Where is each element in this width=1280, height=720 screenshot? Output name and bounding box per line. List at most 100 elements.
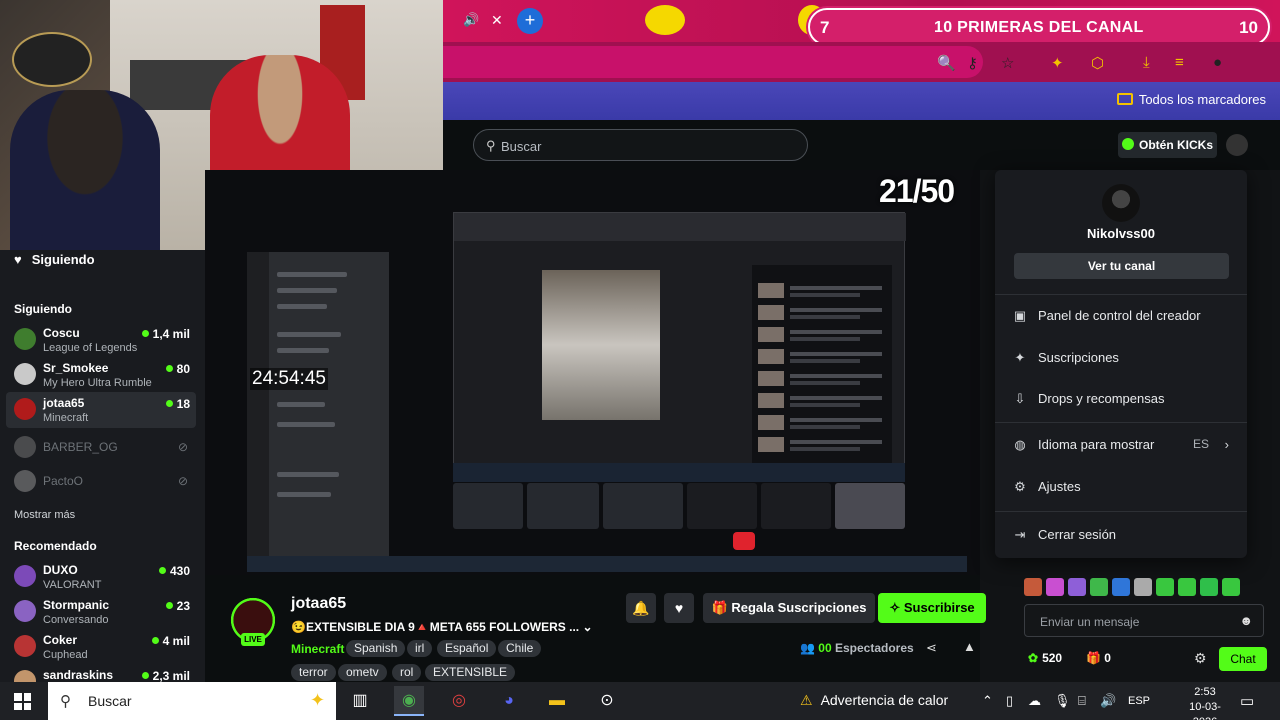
extension-puzzle-icon[interactable]: ⬡ bbox=[1091, 54, 1104, 72]
report-icon[interactable]: ▲ bbox=[963, 639, 976, 654]
menu-item-subscriptions[interactable]: ✦ Suscripciones bbox=[1013, 350, 1233, 374]
chevron-down-icon[interactable]: ⌄ bbox=[582, 620, 592, 634]
get-kicks-button[interactable]: Obtén KICKs bbox=[1118, 132, 1217, 158]
menu-item-settings[interactable]: ⚙ Ajustes bbox=[1013, 479, 1233, 503]
emote[interactable] bbox=[1156, 578, 1174, 596]
chrome-icon[interactable]: ◉ bbox=[394, 686, 424, 716]
participant-tile bbox=[761, 483, 831, 529]
menu-divider bbox=[995, 422, 1247, 423]
user-avatar-button[interactable] bbox=[1226, 134, 1248, 156]
tag[interactable]: irl bbox=[407, 640, 433, 657]
points-icon: ✿ bbox=[1028, 651, 1039, 665]
phone-icon[interactable]: ▯ bbox=[1006, 693, 1013, 709]
emote[interactable] bbox=[1178, 578, 1196, 596]
new-tab-button[interactable]: + bbox=[517, 8, 543, 34]
menu-item-drops[interactable]: ⇩ Drops y recompensas bbox=[1013, 391, 1233, 415]
emote[interactable] bbox=[1112, 578, 1130, 596]
password-key-icon[interactable]: ⚷ bbox=[967, 54, 978, 72]
heat-warning[interactable]: ⚠ Advertencia de calor bbox=[800, 692, 948, 709]
emote[interactable] bbox=[1090, 578, 1108, 596]
discord-channel-row bbox=[277, 422, 335, 427]
windows-start-icon[interactable] bbox=[14, 693, 31, 710]
sidebar-item-pactoo[interactable]: PactoO ⊘ bbox=[6, 464, 196, 500]
gear-icon: ⚙ bbox=[1014, 479, 1026, 494]
tag[interactable]: ometv bbox=[338, 664, 387, 681]
emote[interactable] bbox=[1200, 578, 1218, 596]
viewer-count: 2,3 mil bbox=[141, 669, 190, 682]
all-bookmarks-link[interactable]: Todos los marcadores bbox=[1116, 92, 1266, 107]
sidebar-item-stormpanic[interactable]: Stormpanic Conversando 23 bbox=[6, 594, 196, 630]
show-more-link[interactable]: Mostrar más bbox=[14, 509, 75, 521]
emoji-icon[interactable]: ☻ bbox=[1239, 613, 1253, 628]
clock-time: 2:53 bbox=[1194, 686, 1216, 698]
menu-item-logout[interactable]: ⇥ Cerrar sesión bbox=[1013, 527, 1233, 551]
channel-category: Minecraft bbox=[43, 412, 89, 424]
kick-search-input[interactable]: ⚲ Buscar bbox=[473, 129, 808, 161]
tag[interactable]: Chile bbox=[498, 640, 542, 657]
notifications-icon[interactable]: ▭ bbox=[1240, 692, 1254, 710]
discord-icon[interactable]: ◕ bbox=[494, 686, 524, 716]
gift-subscriptions-button[interactable]: 🎁 Regala Suscripciones bbox=[703, 593, 875, 623]
extension-icon[interactable]: ✦ bbox=[1051, 54, 1064, 72]
close-tab-icon[interactable]: ✕ bbox=[491, 12, 503, 29]
emote[interactable] bbox=[1134, 578, 1152, 596]
sidebar-item-sandraskins[interactable]: sandraskins 2,3 mil bbox=[6, 664, 196, 682]
taskbar-search-input[interactable]: ⚲ Buscar ✦ bbox=[48, 682, 336, 720]
chat-settings-icon[interactable]: ⚙ bbox=[1194, 650, 1207, 667]
microphone-icon[interactable]: 🎙 bbox=[1054, 693, 1071, 709]
subscribe-button[interactable]: ✧ Suscribirse bbox=[878, 593, 986, 623]
location-icon[interactable]: ⊙ bbox=[592, 686, 622, 716]
cloud-icon[interactable]: ☁ bbox=[1028, 693, 1041, 709]
chat-message-input[interactable]: Enviar un mensaje ☻ bbox=[1024, 604, 1264, 637]
chevron-up-icon[interactable]: ⌃ bbox=[982, 693, 993, 709]
emote[interactable] bbox=[1068, 578, 1086, 596]
notifications-bell-button[interactable]: 🔔 bbox=[626, 593, 656, 623]
zoom-icon[interactable]: 🔍 bbox=[937, 54, 956, 72]
profile-avatar-icon[interactable]: ● bbox=[1213, 54, 1222, 71]
tag[interactable]: Spanish bbox=[346, 640, 406, 657]
system-clock[interactable]: 2:53 10-03-2026 bbox=[1180, 685, 1230, 720]
channel-name[interactable]: jotaa65 bbox=[291, 595, 346, 613]
menu-lines-icon[interactable]: ≡ bbox=[1175, 54, 1184, 71]
download-icon[interactable]: ⤓ bbox=[1143, 54, 1150, 71]
menu-item-creator-dashboard[interactable]: ▣ Panel de control del creador bbox=[1013, 308, 1233, 332]
tag[interactable]: terror bbox=[291, 664, 336, 681]
participant-tile bbox=[453, 483, 523, 529]
emote[interactable] bbox=[1222, 578, 1240, 596]
obs-icon[interactable]: ◎ bbox=[444, 686, 474, 716]
promo-right-number: 10 bbox=[1239, 18, 1258, 37]
channel-points[interactable]: ✿ 520 bbox=[1028, 651, 1062, 665]
tag[interactable]: EXTENSIBLE bbox=[425, 664, 516, 681]
video-player[interactable]: 24:54:45 21/50 bbox=[205, 170, 980, 575]
bookmark-star-icon[interactable]: ☆ bbox=[1001, 54, 1014, 72]
chat-send-button[interactable]: Chat bbox=[1219, 647, 1267, 671]
sidebar-item-coscu[interactable]: Coscu League of Legends 1,4 mil bbox=[6, 322, 196, 358]
channel-category: Cuphead bbox=[43, 649, 88, 661]
task-view-icon[interactable]: ▥ bbox=[345, 686, 375, 716]
network-icon[interactable]: ⌸ bbox=[1078, 693, 1086, 709]
follow-heart-button[interactable]: ♥ bbox=[664, 593, 694, 623]
sidebar-item-jotaa65[interactable]: jotaa65 Minecraft 18 bbox=[6, 392, 196, 428]
emote[interactable] bbox=[1024, 578, 1042, 596]
sidebar-item-barber-og[interactable]: BARBER_OG ⊘ bbox=[6, 430, 196, 466]
gift-count[interactable]: 🎁 0 bbox=[1086, 651, 1111, 665]
avatar bbox=[14, 328, 36, 350]
volume-icon[interactable]: 🔊 bbox=[1100, 693, 1116, 709]
channel-name: Stormpanic bbox=[43, 598, 110, 612]
share-icon[interactable]: ⋖ bbox=[926, 640, 937, 656]
stream-category[interactable]: Minecraft bbox=[291, 642, 344, 656]
emote[interactable] bbox=[1046, 578, 1064, 596]
menu-item-language[interactable]: ◍ Idioma para mostrar ES › bbox=[1013, 437, 1233, 461]
speaker-icon[interactable]: 🔊 bbox=[463, 12, 479, 28]
sidebar-item-sr-smokee[interactable]: Sr_Smokee My Hero Ultra Rumble 80 bbox=[6, 357, 196, 393]
sidebar-item-duxo[interactable]: DUXO VALORANT 430 bbox=[6, 559, 196, 595]
address-field[interactable] bbox=[443, 46, 983, 78]
tag[interactable]: Español bbox=[437, 640, 497, 657]
keyboard-language[interactable]: ESP bbox=[1128, 695, 1150, 707]
sidebar-item-coker[interactable]: Coker Cuphead 4 mil bbox=[6, 629, 196, 665]
following-header[interactable]: ♥ Siguiendo bbox=[14, 252, 95, 267]
view-channel-button[interactable]: Ver tu canal bbox=[1014, 253, 1229, 279]
file-explorer-icon[interactable]: ▬ bbox=[542, 686, 572, 716]
live-dot bbox=[165, 365, 173, 372]
tag[interactable]: rol bbox=[392, 664, 422, 681]
